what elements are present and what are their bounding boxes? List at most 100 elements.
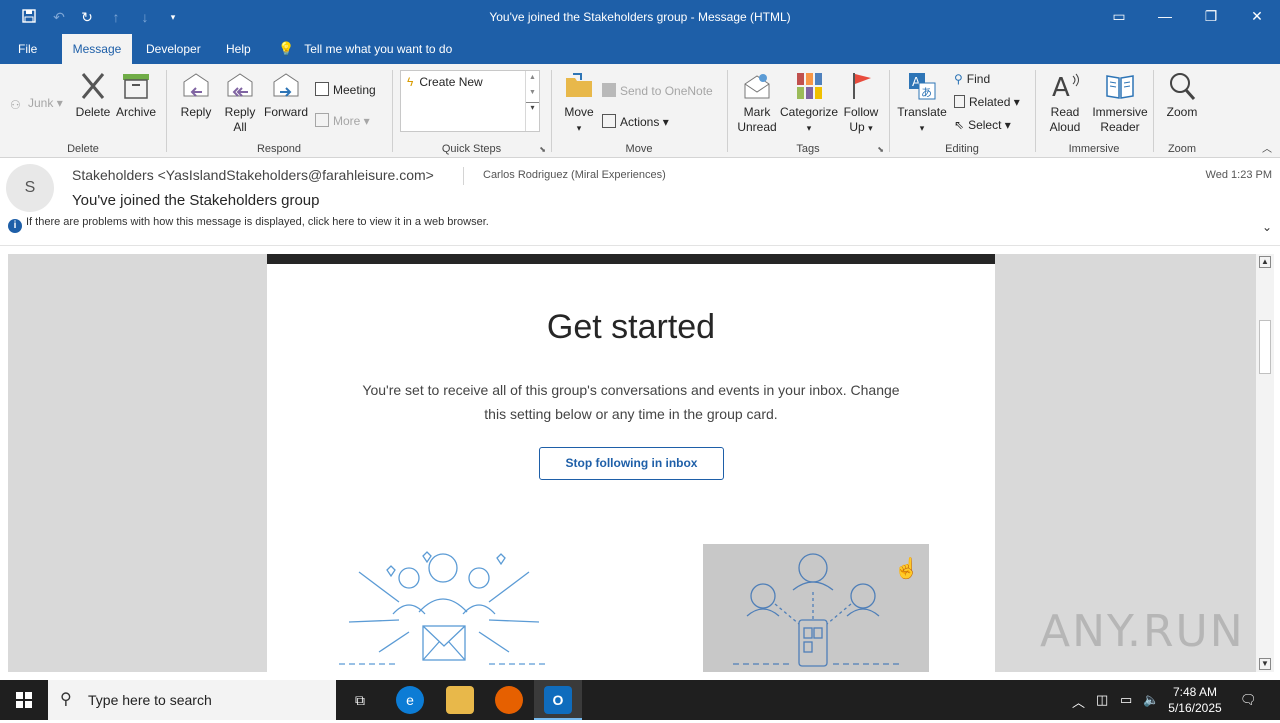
svg-text:あ: あ xyxy=(921,86,932,99)
more-label: More xyxy=(333,114,361,128)
translate-icon: Aあ xyxy=(909,73,936,100)
immersive-reader-label-line2: Reader xyxy=(1100,120,1140,134)
info-bar-text: If there are problems with how this mess… xyxy=(26,216,489,228)
taskbar-clock[interactable]: 7:48 AM 5/16/2025 xyxy=(1160,684,1230,716)
info-icon: i xyxy=(8,219,22,233)
find-button[interactable]: ⚲ Find xyxy=(954,72,990,86)
tab-help[interactable]: Help xyxy=(216,34,261,64)
meet-now-icon[interactable]: ◫ xyxy=(1096,692,1108,708)
flag-icon xyxy=(853,73,871,99)
notifications-icon[interactable]: 🗨 xyxy=(1240,692,1257,708)
archive-button[interactable]: Archive xyxy=(114,70,158,120)
translate-label: Translate xyxy=(897,105,947,119)
follow-up-label-line1: Follow xyxy=(843,105,879,119)
translate-button[interactable]: Aあ Translate ▾ xyxy=(896,70,948,136)
move-group: Move ▾ Send to OneNote Actions ▾ Move xyxy=(552,68,726,156)
more-respond-button[interactable]: More ▾ xyxy=(315,113,370,128)
follow-up-button[interactable]: Follow Up ▾ xyxy=(840,70,882,136)
scroll-up-arrow[interactable]: ▲ xyxy=(1259,256,1271,268)
dialog-launcher-icon[interactable]: ⬊ xyxy=(539,145,546,154)
immersive-reader-label-line1: Immersive xyxy=(1092,105,1148,119)
categorize-button[interactable]: Categorize ▾ xyxy=(780,70,838,136)
immersive-reader-button[interactable]: Immersive Reader xyxy=(1090,70,1150,135)
info-bar[interactable]: i If there are problems with how this mes… xyxy=(8,216,489,233)
recipient[interactable]: Carlos Rodriguez (Miral Experiences) xyxy=(483,169,666,181)
task-view-icon[interactable]: ⧉ xyxy=(346,686,374,714)
actions-button[interactable]: Actions ▾ xyxy=(602,114,669,129)
tab-message[interactable]: Message xyxy=(62,34,132,64)
ribbon: ⚇ Junk ▾ Delete Archive Delete Reply Repl… xyxy=(0,64,1280,158)
stop-following-button[interactable]: Stop following in inbox xyxy=(539,447,724,480)
message-date: Wed 1:23 PM xyxy=(1205,169,1272,181)
select-button[interactable]: ⇖ Select ▾ xyxy=(954,118,1011,132)
show-hidden-icons[interactable]: ︿ xyxy=(1072,692,1085,711)
firefox-icon[interactable] xyxy=(495,686,523,714)
group-people-illustration xyxy=(339,551,549,665)
select-label: Select xyxy=(968,118,1002,132)
dialog-launcher-icon[interactable]: ⬊ xyxy=(877,145,884,154)
outlook-taskbar-item[interactable]: O xyxy=(534,680,582,720)
quick-steps-group: Quick Steps ⬊ xyxy=(393,68,550,156)
forward-button[interactable]: Forward xyxy=(263,70,309,120)
message-scrollbar[interactable]: ▲ ▼ xyxy=(1256,254,1274,672)
meeting-button[interactable]: Meeting xyxy=(315,82,376,97)
tell-me-search[interactable]: 💡 Tell me what you want to do xyxy=(278,34,452,64)
send-onenote-label: Send to OneNote xyxy=(620,84,713,98)
junk-button[interactable]: ⚇ Junk ▾ xyxy=(10,96,63,112)
restore-button[interactable]: ❐ xyxy=(1188,0,1234,34)
zoom-label: Zoom xyxy=(1166,105,1198,119)
reply-label: Reply xyxy=(180,105,212,119)
title-bar: ↶ ↻ ↑ ↓ ▾ You've joined the Stakeholders… xyxy=(0,0,1280,34)
read-aloud-button[interactable]: A Read Aloud xyxy=(1044,70,1086,135)
tab-developer[interactable]: Developer xyxy=(136,34,211,64)
reply-button[interactable]: Reply xyxy=(177,70,215,120)
outlook-icon: O xyxy=(544,686,572,714)
expand-header-icon[interactable]: ⌄ xyxy=(1262,220,1272,234)
tab-file[interactable]: File xyxy=(8,34,47,64)
immersive-group-label: Immersive xyxy=(1068,143,1120,155)
window-title: You've joined the Stakeholders group - M… xyxy=(489,10,791,24)
mark-unread-label-line1: Mark xyxy=(743,105,771,119)
zoom-group: Zoom Zoom xyxy=(1154,68,1210,156)
network-icon[interactable]: ▭ xyxy=(1120,692,1132,708)
quick-steps-group-label: Quick Steps xyxy=(441,143,502,155)
move-button[interactable]: Move ▾ xyxy=(560,70,598,136)
scroll-down-arrow[interactable]: ▼ xyxy=(1259,658,1271,670)
delete-button[interactable]: Delete xyxy=(74,70,112,120)
mark-unread-button[interactable]: Mark Unread xyxy=(734,70,780,135)
email-description: You're set to receive all of this group'… xyxy=(362,382,900,422)
pointer-icon: ⇖ xyxy=(954,118,965,132)
move-label: Move xyxy=(564,105,594,119)
move-folder-icon xyxy=(566,73,592,97)
collapse-ribbon-icon[interactable]: ︿ xyxy=(1262,140,1272,155)
reply-all-button[interactable]: Reply All xyxy=(221,70,259,135)
email-content: Get started You're set to receive all of… xyxy=(267,254,995,672)
sender[interactable]: Stakeholders <YasIslandStakeholders@fara… xyxy=(72,167,434,183)
taskbar-search[interactable]: ⚲ Type here to search xyxy=(48,680,336,720)
volume-icon[interactable]: 🔈 xyxy=(1143,692,1159,708)
respond-group: Reply Reply All Forward Meeting More ▾ R… xyxy=(167,68,391,156)
clock-time: 7:48 AM xyxy=(1172,685,1218,699)
edge-browser-icon[interactable]: e xyxy=(396,686,424,714)
ribbon-display-options-icon[interactable]: ▭ xyxy=(1096,0,1142,34)
email-heading: Get started xyxy=(546,308,716,346)
avatar[interactable]: S xyxy=(6,164,54,212)
actions-icon xyxy=(602,114,616,128)
file-explorer-icon[interactable] xyxy=(446,686,474,714)
archive-label: Archive xyxy=(115,105,156,119)
close-button[interactable]: ✕ xyxy=(1234,0,1280,34)
more-respond-icon xyxy=(315,113,329,127)
scroll-thumb[interactable] xyxy=(1259,320,1271,374)
zoom-button[interactable]: Zoom xyxy=(1160,70,1204,120)
editing-group-label: Editing xyxy=(945,143,979,155)
tags-group: Mark Unread Categorize ▾ Follow Up ▾ Tags… xyxy=(728,68,888,156)
mark-unread-label-line2: Unread xyxy=(737,120,777,134)
related-button[interactable]: Related ▾ xyxy=(954,95,1020,109)
send-to-onenote-button[interactable]: Send to OneNote xyxy=(602,83,713,98)
move-group-label: Move xyxy=(625,143,653,155)
minimize-button[interactable]: — xyxy=(1142,0,1188,34)
start-button[interactable] xyxy=(0,680,48,720)
related-icon xyxy=(954,95,965,108)
search-icon: ⚲ xyxy=(60,691,72,708)
respond-group-label: Respond xyxy=(256,143,302,155)
